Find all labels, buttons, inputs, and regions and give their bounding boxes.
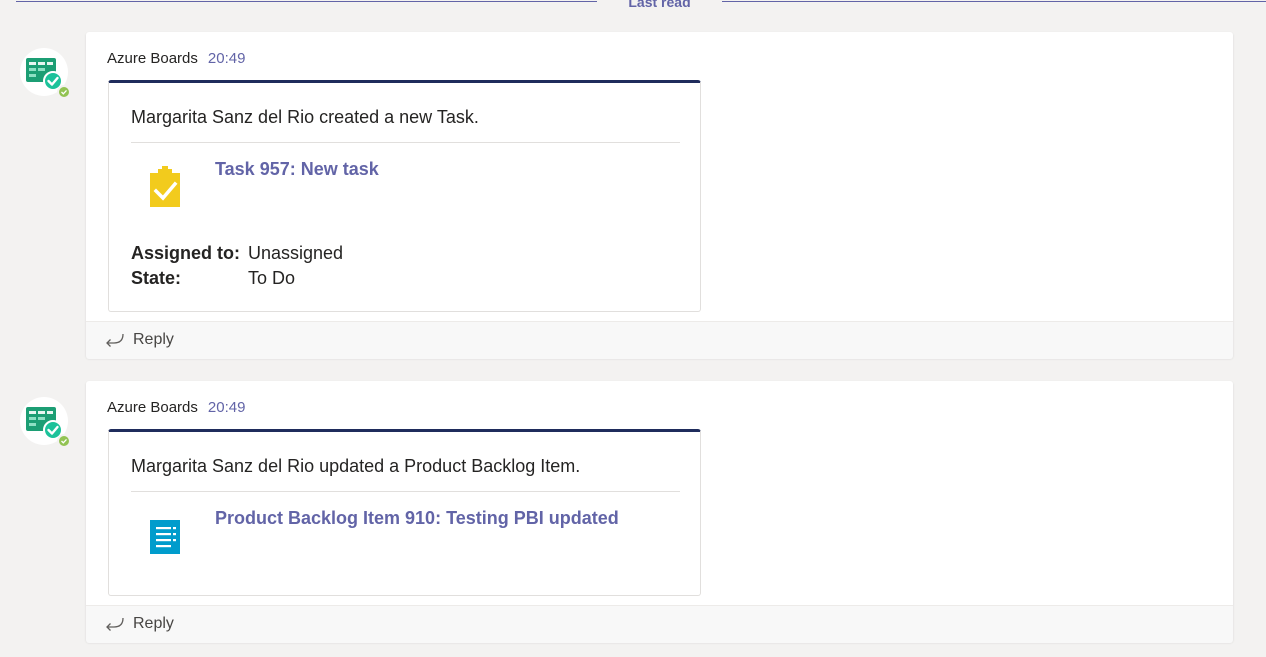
azure-boards-logo-icon	[26, 58, 63, 91]
reply-arrow-icon	[106, 617, 124, 631]
card-text: Margarita Sanz del Rio updated a Product…	[131, 456, 581, 476]
card-separator	[131, 491, 680, 492]
fact-set: Assigned to: Unassigned State: To Do	[131, 243, 343, 293]
sender-name[interactable]: Azure Boards	[107, 50, 198, 67]
message-header: Azure Boards 20:49	[107, 50, 245, 67]
last-read-label: Last read	[628, 0, 691, 10]
message-header: Azure Boards 20:49	[107, 399, 245, 416]
reply-button[interactable]: Reply	[86, 605, 1233, 643]
reply-label: Reply	[133, 615, 174, 632]
message-bubble: Azure Boards 20:49 Margarita Sanz del Rio…	[86, 32, 1233, 359]
fact-value: To Do	[248, 268, 296, 288]
work-item-link[interactable]: Task 957: New task	[215, 159, 379, 180]
fact-state: State: To Do	[131, 268, 343, 293]
fact-title: State:	[131, 268, 182, 288]
backlog-item-icon	[145, 514, 185, 558]
adaptive-card: Margarita Sanz del Rio created a new Tas…	[108, 80, 701, 312]
card-text: Margarita Sanz del Rio created a new Tas…	[131, 107, 479, 127]
fact-title: Assigned to:	[131, 243, 241, 263]
adaptive-card: Margarita Sanz del Rio updated a Product…	[108, 429, 701, 596]
last-read-divider: Last read	[0, 0, 1266, 14]
message-time: 20:49	[207, 50, 246, 67]
reply-label: Reply	[133, 331, 174, 348]
fact-assigned-to: Assigned to: Unassigned	[131, 243, 343, 268]
card-separator	[131, 142, 680, 143]
reply-arrow-icon	[106, 333, 124, 347]
divider-line-left	[16, 1, 597, 2]
reply-button[interactable]: Reply	[86, 321, 1233, 359]
message-time: 20:49	[207, 399, 246, 416]
azure-boards-logo-icon	[26, 407, 63, 440]
task-clipboard-icon	[145, 165, 185, 209]
work-item-link[interactable]: Product Backlog Item 910: Testing PBI up…	[215, 508, 619, 529]
presence-available-icon	[57, 434, 71, 448]
presence-available-icon	[57, 85, 71, 99]
divider-line-right	[722, 1, 1266, 2]
message-bubble: Azure Boards 20:49 Margarita Sanz del Rio…	[86, 381, 1233, 643]
sender-name[interactable]: Azure Boards	[107, 399, 198, 416]
fact-value: Unassigned	[248, 243, 344, 263]
